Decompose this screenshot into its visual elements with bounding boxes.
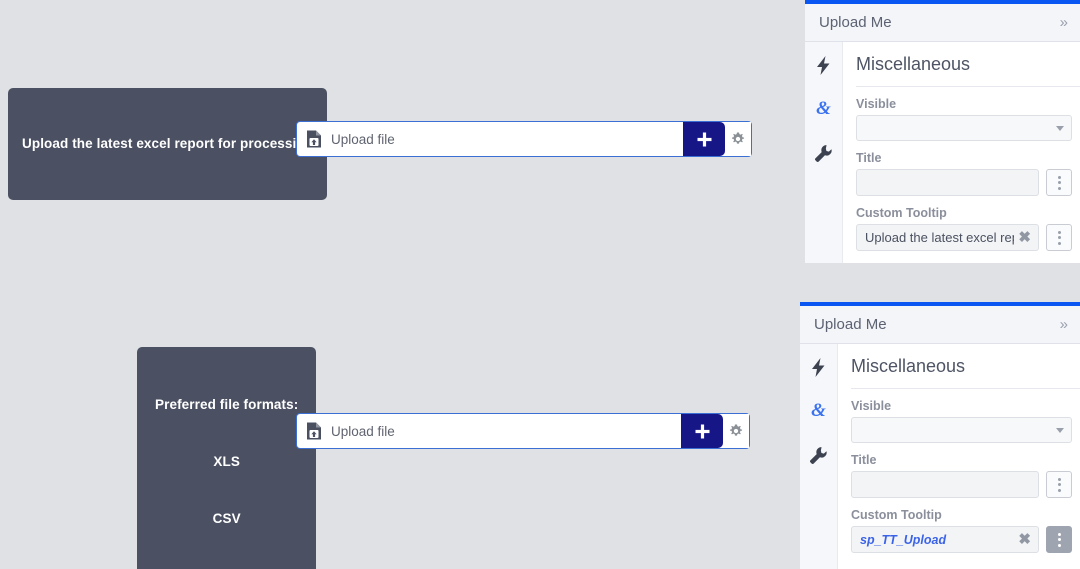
- properties-panel-bottom: Upload Me » & Miscellaneous Visible Titl…: [800, 302, 1080, 569]
- vertical-dots-icon: [1057, 175, 1061, 179]
- custom-tooltip-input-value: sp_TT_Upload: [860, 532, 947, 547]
- panel-header-top: Upload Me »: [805, 4, 1080, 42]
- upload-widget-bottom[interactable]: Upload file: [296, 413, 750, 449]
- upload-input-top[interactable]: Upload file: [297, 122, 683, 156]
- lightning-bolt-glyph: [812, 357, 825, 377]
- upload-tooltip-bottom: Preferred file formats: XLS CSV: [137, 347, 317, 569]
- upload-placeholder-text: Upload file: [331, 423, 395, 439]
- title-menu-button[interactable]: [1046, 169, 1072, 196]
- close-x-icon[interactable]: ✖: [1018, 230, 1031, 245]
- vertical-dots-icon: [1057, 532, 1061, 536]
- title-field-row: [856, 169, 1080, 196]
- gear-icon: [729, 424, 743, 436]
- chevron-double-right-icon[interactable]: »: [1060, 15, 1068, 30]
- tooltip-line: XLS: [213, 454, 240, 469]
- custom-tooltip-menu-button[interactable]: [1046, 224, 1072, 251]
- panel-icon-rail-bottom: &: [800, 344, 838, 569]
- panel-title: Upload Me: [814, 316, 887, 333]
- custom-tooltip-field-row: sp_TT_Upload ✖: [851, 526, 1080, 553]
- wrench-icon[interactable]: [808, 444, 830, 466]
- plus-icon: [697, 132, 711, 146]
- section-heading: Miscellaneous: [856, 42, 1080, 87]
- title-field-row: [851, 471, 1080, 498]
- upload-add-button-bottom[interactable]: [681, 414, 723, 448]
- wrench-glyph: [815, 144, 832, 162]
- visible-field-label: Visible: [856, 97, 897, 111]
- upload-tooltip-top: Upload the latest excel report for proce…: [8, 88, 328, 200]
- chevron-down-icon: [1056, 427, 1064, 433]
- wrench-glyph: [810, 446, 827, 464]
- tooltip-line: Upload the latest excel report for proce…: [22, 136, 314, 151]
- custom-tooltip-input[interactable]: sp_TT_Upload ✖: [851, 526, 1039, 553]
- title-input[interactable]: [851, 471, 1039, 498]
- file-upload-icon: [307, 130, 321, 148]
- upload-settings-button-top[interactable]: [725, 122, 751, 156]
- panel-content-top: Miscellaneous Visible Title Custom Toolt…: [843, 42, 1080, 263]
- upload-widget-top[interactable]: Upload file: [296, 121, 752, 157]
- properties-panel-top: Upload Me » & Miscellaneous Visible Titl…: [805, 0, 1080, 263]
- custom-tooltip-menu-button[interactable]: [1046, 526, 1072, 553]
- custom-tooltip-input-value: Upload the latest excel repo: [865, 230, 1015, 245]
- visible-select[interactable]: [851, 417, 1072, 443]
- wrench-icon[interactable]: [813, 142, 835, 164]
- ampersand-icon[interactable]: &: [808, 400, 830, 422]
- upload-placeholder-text: Upload file: [331, 131, 395, 147]
- tooltip-line: CSV: [212, 511, 241, 526]
- visible-field-row: [851, 417, 1080, 443]
- vertical-dots-icon: [1057, 477, 1061, 481]
- title-field-label: Title: [851, 453, 877, 467]
- lightning-bolt-glyph: [817, 55, 830, 75]
- gear-icon: [731, 132, 745, 144]
- upload-input-bottom[interactable]: Upload file: [297, 414, 681, 448]
- custom-tooltip-input[interactable]: Upload the latest excel repo ✖: [856, 224, 1039, 251]
- close-x-icon[interactable]: ✖: [1018, 532, 1031, 547]
- panel-header-bottom: Upload Me »: [800, 306, 1080, 344]
- plus-icon: [695, 424, 709, 438]
- ampersand-icon[interactable]: &: [813, 98, 835, 120]
- lightning-bolt-icon[interactable]: [808, 356, 830, 378]
- upload-add-button-top[interactable]: [683, 122, 725, 156]
- lightning-bolt-icon[interactable]: [813, 54, 835, 76]
- custom-tooltip-field-row: Upload the latest excel repo ✖: [856, 224, 1080, 251]
- visible-field-row: [856, 115, 1080, 141]
- custom-tooltip-field-label: Custom Tooltip: [851, 508, 942, 522]
- title-menu-button[interactable]: [1046, 471, 1072, 498]
- section-heading: Miscellaneous: [851, 344, 1080, 389]
- visible-select[interactable]: [856, 115, 1072, 141]
- panel-content-bottom: Miscellaneous Visible Title Custom Toolt…: [838, 344, 1080, 569]
- upload-settings-button-bottom[interactable]: [723, 414, 749, 448]
- vertical-dots-icon: [1057, 230, 1061, 234]
- chevron-double-right-icon[interactable]: »: [1060, 317, 1068, 332]
- custom-tooltip-field-label: Custom Tooltip: [856, 206, 947, 220]
- chevron-down-icon: [1056, 125, 1064, 131]
- title-input[interactable]: [856, 169, 1039, 196]
- file-upload-icon: [307, 422, 321, 440]
- tooltip-line: Preferred file formats:: [155, 397, 299, 412]
- screen: Upload the latest excel report for proce…: [0, 0, 1080, 569]
- panel-icon-rail-top: &: [805, 42, 843, 263]
- title-field-label: Title: [856, 151, 882, 165]
- visible-field-label: Visible: [851, 399, 892, 413]
- panel-title: Upload Me: [819, 14, 892, 31]
